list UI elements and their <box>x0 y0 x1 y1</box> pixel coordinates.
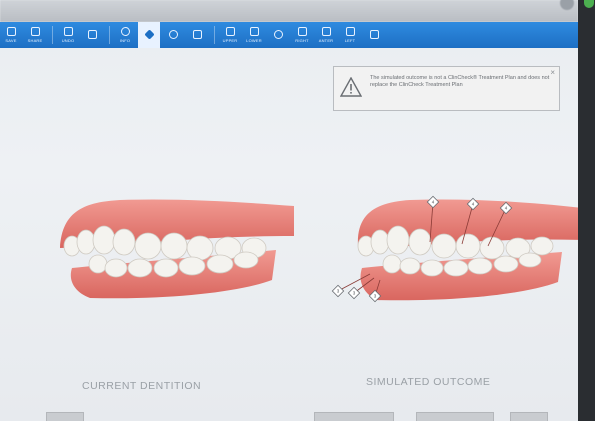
info-button[interactable]: INFO <box>114 22 136 48</box>
warning-icon <box>340 77 362 97</box>
user-avatar[interactable] <box>560 0 574 10</box>
undo-icon <box>63 27 73 36</box>
app-screen: SAVE SHARE UNDO INFO UPPER LOWER RIGHT A… <box>0 0 578 421</box>
left-view-button[interactable]: LEFT <box>339 22 361 48</box>
tool-button-b[interactable] <box>186 22 208 48</box>
bottom-action-button-4[interactable] <box>510 412 548 421</box>
view-mode-button[interactable] <box>138 22 160 48</box>
save-button[interactable]: SAVE <box>0 22 22 48</box>
share-icon <box>30 27 40 36</box>
arch-icon <box>273 29 283 39</box>
close-icon[interactable]: × <box>550 69 555 77</box>
disclaimer-text: The simulated outcome is not a ClinCheck… <box>370 75 550 88</box>
toolbar-divider <box>52 26 53 44</box>
toolbar-divider <box>214 26 215 44</box>
anterior-view-button[interactable]: ANTER <box>315 22 337 48</box>
circle-icon <box>168 29 178 39</box>
window-titlebar <box>0 0 578 22</box>
simulated-outcome-model[interactable]: 4 4 4 3 3 3 <box>330 188 578 310</box>
status-indicator <box>584 0 594 8</box>
current-dentition-label: CURRENT DENTITION <box>82 380 202 392</box>
anterior-view-icon <box>321 27 331 36</box>
upper-view-button[interactable]: UPPER <box>219 22 241 48</box>
tool-button-a[interactable] <box>162 22 184 48</box>
redo-icon <box>87 29 97 39</box>
undo-button[interactable]: UNDO <box>57 22 79 48</box>
mandible-view-button[interactable] <box>363 22 385 48</box>
u-shape-icon <box>369 29 379 39</box>
tooth-icon <box>143 28 155 40</box>
grid-icon <box>192 29 202 39</box>
lower-view-button[interactable]: LOWER <box>243 22 265 48</box>
left-view-icon <box>345 27 355 36</box>
simulated-outcome-label: SIMULATED OUTCOME <box>366 376 491 388</box>
save-icon <box>6 27 16 36</box>
current-dentition-model[interactable] <box>50 188 296 310</box>
arch-view-button[interactable] <box>267 22 289 48</box>
simulation-disclaimer: The simulated outcome is not a ClinCheck… <box>333 66 560 111</box>
monitor-bezel <box>578 0 595 421</box>
bottom-action-button-2[interactable] <box>314 412 394 421</box>
info-icon <box>120 27 130 36</box>
toolbar-divider <box>109 26 110 44</box>
lower-jaw-icon <box>249 27 259 36</box>
right-view-button[interactable]: RIGHT <box>291 22 313 48</box>
upper-jaw-icon <box>225 27 235 36</box>
share-button[interactable]: SHARE <box>24 22 46 48</box>
right-view-icon <box>297 27 307 36</box>
main-toolbar: SAVE SHARE UNDO INFO UPPER LOWER RIGHT A… <box>0 22 578 48</box>
redo-button[interactable] <box>81 22 103 48</box>
bottom-action-button-3[interactable] <box>416 412 494 421</box>
bottom-action-button-1[interactable] <box>46 412 84 421</box>
